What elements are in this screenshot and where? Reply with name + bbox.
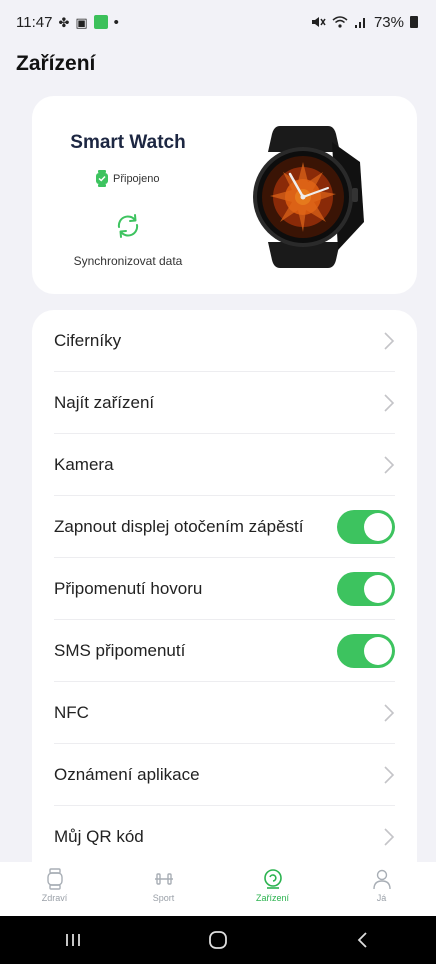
chevron-right-icon bbox=[384, 703, 395, 722]
connection-status: Připojeno bbox=[96, 170, 159, 187]
recents-icon bbox=[65, 934, 80, 946]
setting-nfc[interactable]: NFC bbox=[54, 682, 395, 744]
back-button[interactable] bbox=[343, 925, 383, 955]
setting-watch-faces[interactable]: Ciferníky bbox=[54, 310, 395, 372]
sync-data-button[interactable]: Synchronizovat data bbox=[32, 254, 224, 268]
status-left: 11:47 ✤ ▣ • bbox=[16, 14, 119, 31]
setting-my-qr-code[interactable]: Můj QR kód bbox=[54, 806, 395, 868]
device-icon bbox=[263, 869, 282, 889]
wrist-wake-toggle[interactable] bbox=[337, 509, 395, 544]
bottom-nav: Zdraví Sport Zařízení Já bbox=[0, 862, 436, 916]
status-dot: • bbox=[113, 13, 119, 31]
toggle-knob bbox=[364, 512, 392, 541]
dumbbell-icon bbox=[154, 873, 173, 885]
setting-label: SMS připomenutí bbox=[54, 640, 186, 660]
nav-item-sport[interactable]: Sport bbox=[109, 862, 218, 916]
setting-app-notifications[interactable]: Oznámení aplikace bbox=[54, 744, 395, 806]
nav-item-me[interactable]: Já bbox=[327, 862, 436, 916]
page-title: Zařízení bbox=[16, 52, 96, 75]
battery-percent: 73% bbox=[373, 13, 404, 31]
setting-sms-reminder: SMS připomenutí bbox=[54, 620, 395, 682]
image-icon: ▣ bbox=[75, 14, 88, 30]
nav-label: Zařízení bbox=[255, 893, 289, 903]
setting-label: Kamera bbox=[54, 454, 114, 474]
setting-camera[interactable]: Kamera bbox=[54, 434, 395, 496]
fan-icon: ✤ bbox=[58, 14, 70, 30]
signal-icon bbox=[354, 18, 365, 28]
battery-icon bbox=[410, 16, 418, 28]
settings-list: Ciferníky Najít zařízení Kamera Zapnout … bbox=[32, 310, 417, 870]
device-name: Smart Watch bbox=[70, 132, 186, 153]
chevron-right-icon bbox=[384, 828, 395, 846]
mute-icon bbox=[311, 17, 326, 27]
status-time: 11:47 bbox=[16, 13, 53, 31]
setting-label: Ciferníky bbox=[54, 330, 122, 350]
setting-find-device[interactable]: Najít zařízení bbox=[54, 372, 395, 434]
nav-item-device[interactable]: Zařízení bbox=[218, 862, 327, 916]
recents-button[interactable] bbox=[53, 925, 93, 955]
nav-item-health[interactable]: Zdraví bbox=[0, 862, 109, 916]
watch-icon bbox=[46, 868, 63, 890]
status-bar: 11:47 ✤ ▣ • 73% bbox=[0, 0, 436, 44]
setting-label: Připomenutí hovoru bbox=[54, 578, 203, 598]
nav-label: Zdraví bbox=[41, 893, 68, 903]
status-right: 73% bbox=[310, 14, 418, 31]
chevron-right-icon bbox=[384, 393, 395, 412]
home-icon bbox=[209, 931, 227, 949]
sms-reminder-toggle[interactable] bbox=[337, 633, 395, 668]
system-nav-bar bbox=[0, 916, 436, 964]
smart-watch-image bbox=[253, 126, 364, 268]
chevron-right-icon bbox=[384, 331, 395, 350]
call-reminder-toggle[interactable] bbox=[337, 571, 395, 606]
app-green-icon bbox=[93, 15, 108, 29]
chevron-right-icon bbox=[384, 455, 395, 474]
setting-label: Můj QR kód bbox=[54, 827, 144, 846]
nav-label: Já bbox=[376, 893, 387, 903]
toggle-knob bbox=[364, 574, 392, 603]
setting-label: NFC bbox=[54, 702, 89, 722]
toggle-knob bbox=[364, 636, 392, 665]
setting-label: Najít zařízení bbox=[54, 392, 155, 412]
setting-label: Oznámení aplikace bbox=[54, 764, 200, 784]
device-card[interactable]: Smart Watch Připojeno Synchronizovat dat… bbox=[32, 96, 417, 294]
connection-label: Připojeno bbox=[113, 172, 160, 185]
wifi-icon bbox=[332, 16, 348, 28]
setting-call-reminder: Připomenutí hovoru bbox=[54, 558, 395, 620]
chevron-right-icon bbox=[384, 765, 395, 784]
sync-icon[interactable] bbox=[114, 212, 142, 240]
back-icon bbox=[358, 932, 367, 948]
nav-label: Sport bbox=[152, 893, 175, 903]
setting-wrist-wake: Zapnout displej otočením zápěstí bbox=[54, 496, 395, 558]
setting-label: Zapnout displej otočením zápěstí bbox=[54, 516, 304, 536]
home-button[interactable] bbox=[198, 925, 238, 955]
person-icon bbox=[372, 869, 391, 890]
watch-connected-icon bbox=[96, 170, 108, 187]
